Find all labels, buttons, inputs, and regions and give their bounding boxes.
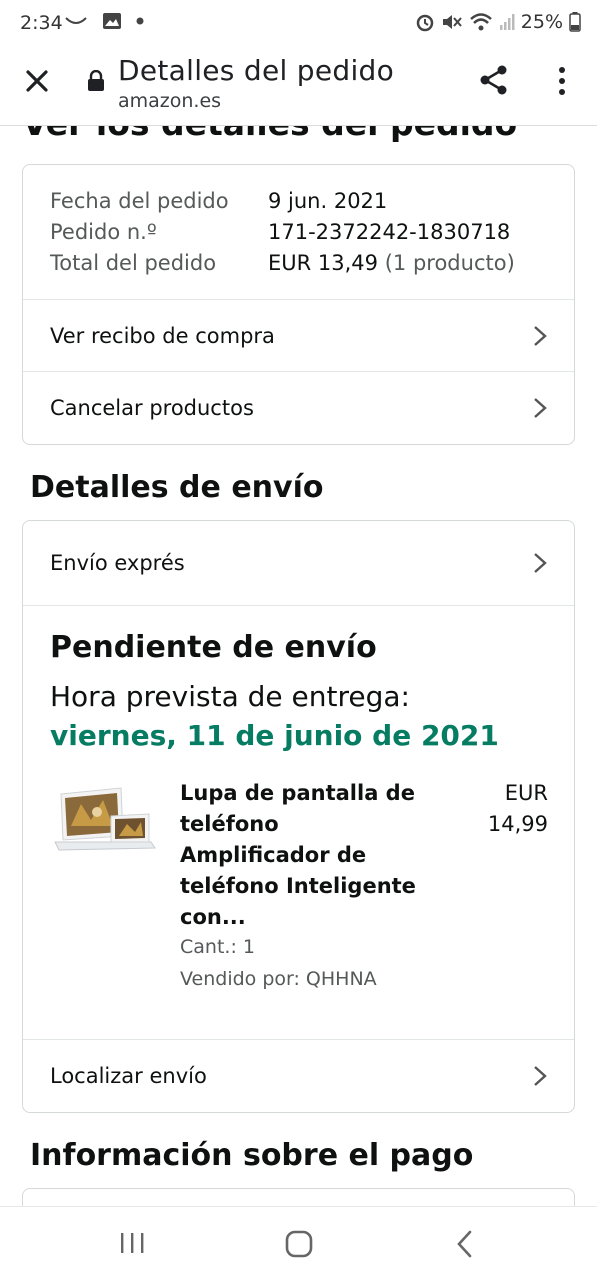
payment-info-heading: Información sobre el pago <box>30 1138 474 1173</box>
order-number-value: 171-2372242-1830718 <box>268 220 511 244</box>
chevron-right-icon <box>532 552 548 574</box>
delivery-estimate-label: Hora prevista de entrega: <box>50 680 410 713</box>
shipping-details-heading: Detalles de envío <box>30 470 324 505</box>
recent-apps-icon[interactable] <box>112 1227 152 1261</box>
cancel-items-label: Cancelar productos <box>50 396 254 420</box>
notification-dot-icon <box>136 17 144 25</box>
close-icon[interactable] <box>22 66 52 96</box>
product-image[interactable] <box>51 786 157 858</box>
order-details-heading: Ver los detalles del pedido <box>22 126 517 143</box>
shipping-card: Envío exprés Pendiente de envío Hora pre… <box>22 520 575 1113</box>
alarm-icon <box>415 12 435 32</box>
status-time: 2:34 <box>20 12 63 34</box>
view-receipt-link[interactable]: Ver recibo de compra <box>23 300 574 372</box>
order-date-row: Fecha del pedido 9 jun. 2021 <box>50 189 574 220</box>
order-number-row: Pedido n.º 171-2372242-1830718 <box>50 220 574 251</box>
order-total-value: EUR 13,49 <box>268 251 379 275</box>
track-package-link[interactable]: Localizar envío <box>23 1040 574 1112</box>
order-date-label: Fecha del pedido <box>50 189 229 213</box>
chevron-right-icon <box>532 397 548 419</box>
back-icon[interactable] <box>445 1227 485 1261</box>
order-total-note: (1 producto) <box>384 251 515 275</box>
share-icon[interactable] <box>476 62 512 98</box>
product-price: EUR 14,99 <box>487 781 548 836</box>
delivery-estimate-date: viernes, 11 de junio de 2021 <box>50 719 499 752</box>
system-nav-bar <box>0 1206 597 1280</box>
view-receipt-label: Ver recibo de compra <box>50 323 275 348</box>
page-content: Ver los detalles del pedido Fecha del pe… <box>0 126 597 1206</box>
order-number-label: Pedido n.º <box>50 220 157 244</box>
shipping-method-link[interactable]: Envío exprés <box>23 521 574 606</box>
shipment-status: Pendiente de envío <box>50 630 377 665</box>
track-package-label: Localizar envío <box>50 1064 207 1088</box>
order-summary: Fecha del pedido 9 jun. 2021 Pedido n.º … <box>23 165 574 300</box>
lock-icon <box>87 69 105 96</box>
order-total-row: Total del pedido EUR 13,49 (1 producto) <box>50 251 574 282</box>
cancel-items-link[interactable]: Cancelar productos <box>23 372 574 444</box>
chevron-right-icon <box>532 1065 548 1087</box>
missed-call-icon <box>64 14 88 28</box>
product-quantity: Cant.: 1 <box>180 936 255 958</box>
signal-icon <box>499 13 515 31</box>
page-title: Detalles del pedido <box>118 54 395 87</box>
order-summary-card: Fecha del pedido 9 jun. 2021 Pedido n.º … <box>22 164 575 445</box>
status-bar: 2:34 25% <box>0 0 597 46</box>
order-date-value: 9 jun. 2021 <box>268 189 388 213</box>
battery-icon <box>569 12 581 32</box>
chevron-right-icon <box>532 325 548 347</box>
battery-level: 25% <box>520 11 563 33</box>
gallery-icon <box>102 12 122 30</box>
home-icon[interactable] <box>279 1227 319 1261</box>
more-vert-icon[interactable] <box>548 64 576 98</box>
shipment-details: Pendiente de envío Hora prevista de entr… <box>23 606 574 1040</box>
shipping-method-label: Envío exprés <box>50 551 185 575</box>
order-total-label: Total del pedido <box>50 251 217 275</box>
mute-icon <box>441 12 463 32</box>
product-name-link[interactable]: Lupa de pantalla de teléfono Amplificado… <box>180 778 420 933</box>
browser-header: Detalles del pedido amazon.es <box>0 46 597 126</box>
payment-card <box>22 1188 575 1206</box>
page-domain: amazon.es <box>118 90 222 112</box>
product-seller: Vendido por: QHHNA <box>180 968 377 990</box>
wifi-icon <box>469 12 493 32</box>
